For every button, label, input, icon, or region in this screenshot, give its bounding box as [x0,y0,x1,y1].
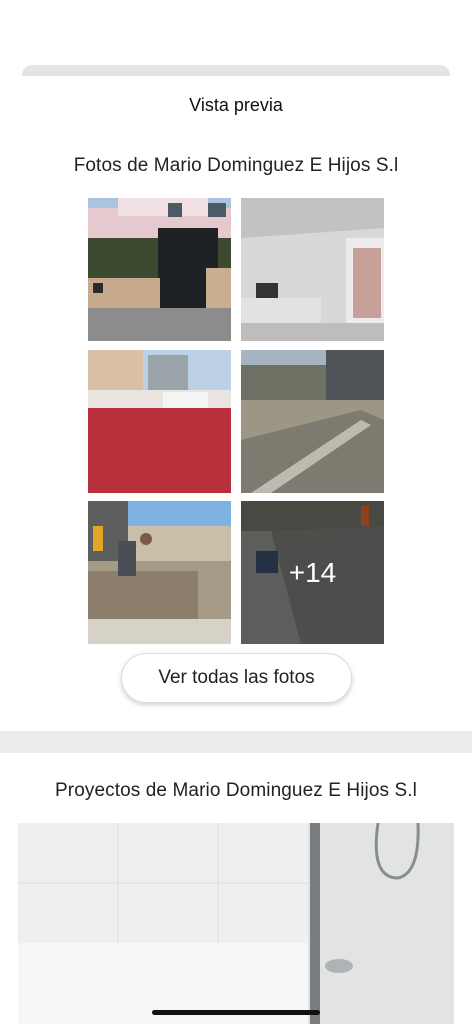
photo-5-image [88,501,231,644]
photo-3-image [88,350,231,493]
section-divider [0,731,472,753]
project-image-shower [18,823,454,1024]
photo-1-image [88,198,231,341]
photo-thumbnail-1[interactable] [88,198,231,341]
photo-thumbnail-5[interactable] [88,501,231,644]
photo-thumbnail-4[interactable] [241,350,384,493]
photo-thumbnail-2[interactable] [241,198,384,341]
more-photos-count: +14 [241,501,384,644]
projects-section-title: Proyectos de Mario Dominguez E Hijos S.l [55,780,417,801]
home-indicator[interactable] [152,1010,320,1015]
photo-thumbnail-3[interactable] [88,350,231,493]
page-title: Vista previa [189,95,283,115]
photo-4-image [241,350,384,493]
photo-2-image [241,198,384,341]
view-all-photos-button[interactable]: Ver todas las fotos [121,653,352,703]
project-cover-image[interactable] [18,823,454,1024]
photo-thumbnail-6[interactable]: +14 [241,501,384,644]
photos-section-title: Fotos de Mario Dominguez E Hijos S.l [73,155,399,176]
